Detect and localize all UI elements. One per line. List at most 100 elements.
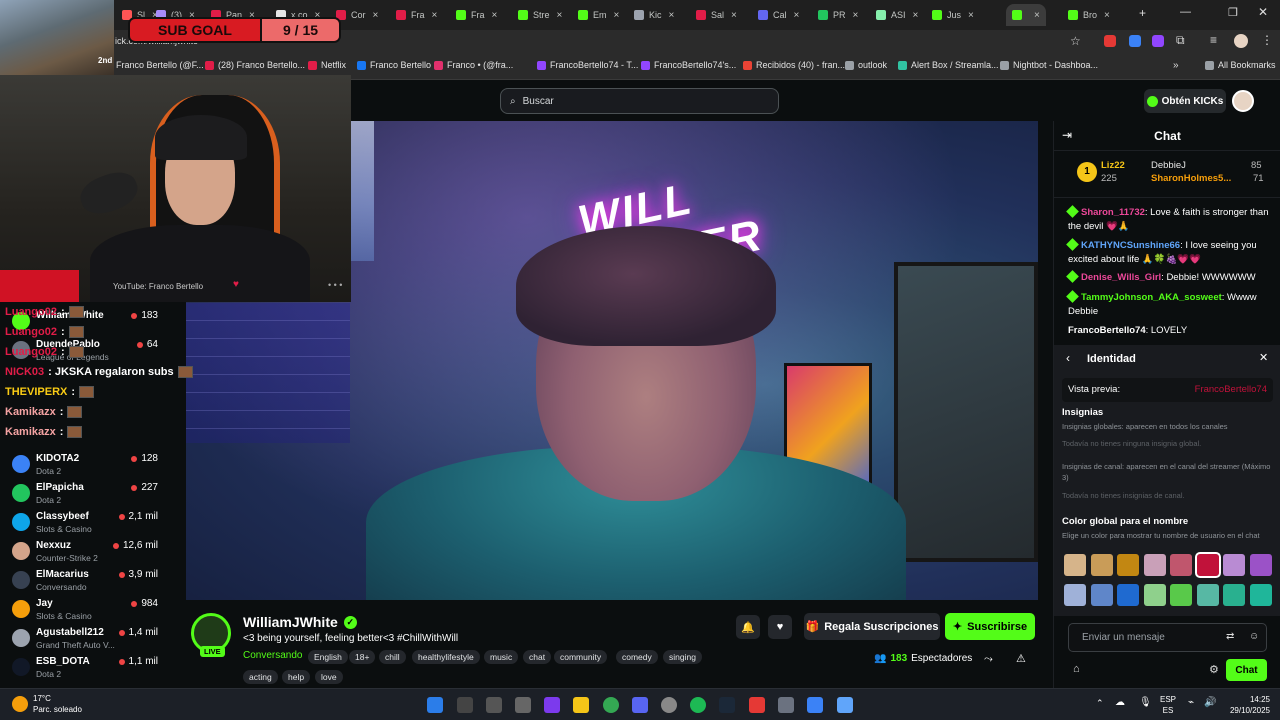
all-bookmarks[interactable]: All Bookmarks [1205, 60, 1276, 70]
color-swatch[interactable] [1196, 584, 1219, 606]
stream-tag[interactable]: chat [523, 650, 552, 664]
subscribe-button[interactable]: ✦ Suscribirse [945, 613, 1035, 640]
chat-username[interactable]: Denise_Wills_Girl [1081, 272, 1161, 283]
search-icon[interactable] [457, 697, 473, 713]
sidebar-channel[interactable]: Jay Slots & Casino 984 [0, 595, 186, 624]
task-view-icon[interactable] [486, 697, 502, 713]
color-swatch[interactable] [1117, 554, 1139, 576]
chevron-right-icon[interactable]: » [1173, 60, 1179, 71]
stream-tag[interactable]: chill [379, 650, 406, 664]
mic-icon[interactable]: 🎙 [1139, 697, 1152, 708]
bookmark-item[interactable]: Recibidos (40) - fran... [743, 60, 845, 70]
close-tab-icon[interactable]: × [557, 10, 563, 21]
color-swatch[interactable] [1249, 554, 1272, 576]
obs-icon[interactable] [661, 697, 677, 713]
color-swatch[interactable] [1064, 554, 1086, 576]
bookmark-item[interactable]: outlook [845, 60, 887, 70]
browser-tab[interactable]: Stre × [512, 4, 568, 26]
browser-tab[interactable]: Sal × [690, 4, 743, 26]
bookmark-item[interactable]: Alert Box / Streamla... [898, 60, 999, 70]
gift-subs-button[interactable]: 🎁 Regala Suscripciones [804, 613, 940, 640]
sidebar-channel[interactable]: KIDOTA2 Dota 2 128 [0, 450, 186, 479]
chat-username[interactable]: TammyJohnson_AKA_sosweet [1081, 292, 1222, 303]
bookmark-item[interactable]: FrancoBertello74's... [641, 60, 736, 70]
gear-icon[interactable]: ⚙ [1209, 663, 1219, 676]
steam-icon[interactable] [719, 697, 735, 713]
profile-avatar[interactable] [1234, 34, 1248, 48]
emoji-icon[interactable]: ☺ [1249, 631, 1259, 642]
extension-icon[interactable] [1104, 35, 1116, 47]
bookmark-item[interactable]: (28) Franco Bertello... [205, 60, 305, 70]
stream-tag[interactable]: community [554, 650, 608, 664]
browser-tab[interactable]: Em × [572, 4, 625, 26]
bookmark-item[interactable]: Franco Bertello [357, 60, 431, 70]
sidebar-channel[interactable]: Classybeef Slots & Casino 2,1 mil [0, 508, 186, 537]
start-icon[interactable] [427, 697, 443, 713]
app-icon[interactable] [807, 697, 823, 713]
close-tab-icon[interactable]: × [853, 10, 859, 21]
chat-input[interactable]: Enviar un mensaje ⇄ ☺ [1068, 623, 1267, 652]
browser-tab[interactable]: Cal × [752, 4, 805, 26]
chat-username[interactable]: FrancoBertello74 [1068, 325, 1146, 336]
color-swatch[interactable] [1090, 554, 1113, 576]
spotify-icon[interactable] [690, 697, 706, 713]
volume-icon[interactable]: 🔊 [1204, 697, 1216, 708]
browser-tab[interactable]: Kic × [628, 4, 680, 26]
wifi-icon[interactable]: ⌁ [1188, 697, 1194, 708]
bookmark-item[interactable]: Nightbot - Dashboa... [1000, 60, 1098, 70]
discord-icon[interactable] [632, 697, 648, 713]
color-swatch[interactable] [1143, 554, 1166, 576]
color-swatch[interactable] [1170, 554, 1192, 576]
twitch-extension-icon[interactable] [1152, 35, 1164, 47]
color-swatch[interactable] [1143, 584, 1166, 606]
browser-tab[interactable]: PR × [812, 4, 864, 26]
browser-tab[interactable]: × [1006, 4, 1046, 26]
new-tab-button[interactable]: + [1139, 6, 1146, 20]
stream-tag[interactable]: acting [243, 670, 278, 684]
close-icon[interactable]: ✕ [1259, 351, 1268, 364]
menu-icon[interactable]: ⋮ [1261, 33, 1273, 47]
sidebar-channel[interactable]: Agustabell212 Grand Theft Auto V... 1,4 mi… [0, 624, 186, 653]
language-indicator[interactable]: ESP ES [1160, 694, 1176, 716]
close-tab-icon[interactable]: × [669, 10, 675, 21]
stream-tag[interactable]: singing [663, 650, 702, 664]
minimize-button[interactable]: — [1180, 6, 1191, 18]
puzzle-icon[interactable]: ⧉ [1176, 33, 1185, 48]
app-icon[interactable] [778, 697, 794, 713]
chrome-icon[interactable] [603, 697, 619, 713]
close-tab-icon[interactable]: × [731, 10, 737, 21]
stream-tag[interactable]: love [315, 670, 343, 684]
browser-tab[interactable]: Bro × [1062, 4, 1116, 26]
file-explorer-icon[interactable] [573, 697, 589, 713]
user-avatar[interactable] [1232, 90, 1254, 112]
close-tab-icon[interactable]: × [968, 10, 974, 21]
sidebar-channel[interactable]: ESB_DOTA Dota 2 1,1 mil [0, 653, 186, 682]
chevron-up-icon[interactable]: ⌃ [1096, 698, 1104, 709]
follow-button[interactable]: ♥ [768, 615, 792, 639]
browser-tab[interactable]: Fra × [390, 4, 443, 26]
color-swatch[interactable] [1090, 584, 1113, 606]
color-swatch[interactable] [1223, 554, 1245, 576]
stream-tag[interactable]: comedy [616, 650, 658, 664]
browser-tab[interactable]: ASI × [870, 4, 924, 26]
stream-tag[interactable]: music [484, 650, 519, 664]
close-tab-icon[interactable]: × [794, 10, 800, 21]
bookmark-item[interactable]: Netflix [308, 60, 346, 70]
sidebar-channel[interactable]: ElMacarius Conversando 3,9 mil [0, 566, 186, 595]
leader-name[interactable]: Liz22 [1101, 160, 1125, 171]
close-tab-icon[interactable]: × [1034, 10, 1040, 21]
share-icon[interactable]: ⤳ [984, 653, 993, 666]
close-tab-icon[interactable]: × [1104, 10, 1110, 21]
app-icon[interactable] [749, 697, 765, 713]
star-icon[interactable]: ☆ [1070, 34, 1081, 48]
stream-tag[interactable]: English [308, 650, 348, 664]
bookmark-item[interactable]: Franco • (@fra... [434, 60, 513, 70]
sidebar-channel[interactable]: Nexxuz Counter-Strike 2 12,6 mil [0, 537, 186, 566]
browser-tab[interactable]: Fra × [450, 4, 503, 26]
browser-tab[interactable]: Jus × [926, 4, 980, 26]
notification-bell-button[interactable]: 🔔 [736, 615, 760, 639]
send-chat-button[interactable]: Chat [1226, 659, 1267, 681]
close-tab-icon[interactable]: × [432, 10, 438, 21]
close-tab-icon[interactable]: × [913, 10, 919, 21]
network-icon[interactable]: ☁ [1115, 697, 1125, 708]
